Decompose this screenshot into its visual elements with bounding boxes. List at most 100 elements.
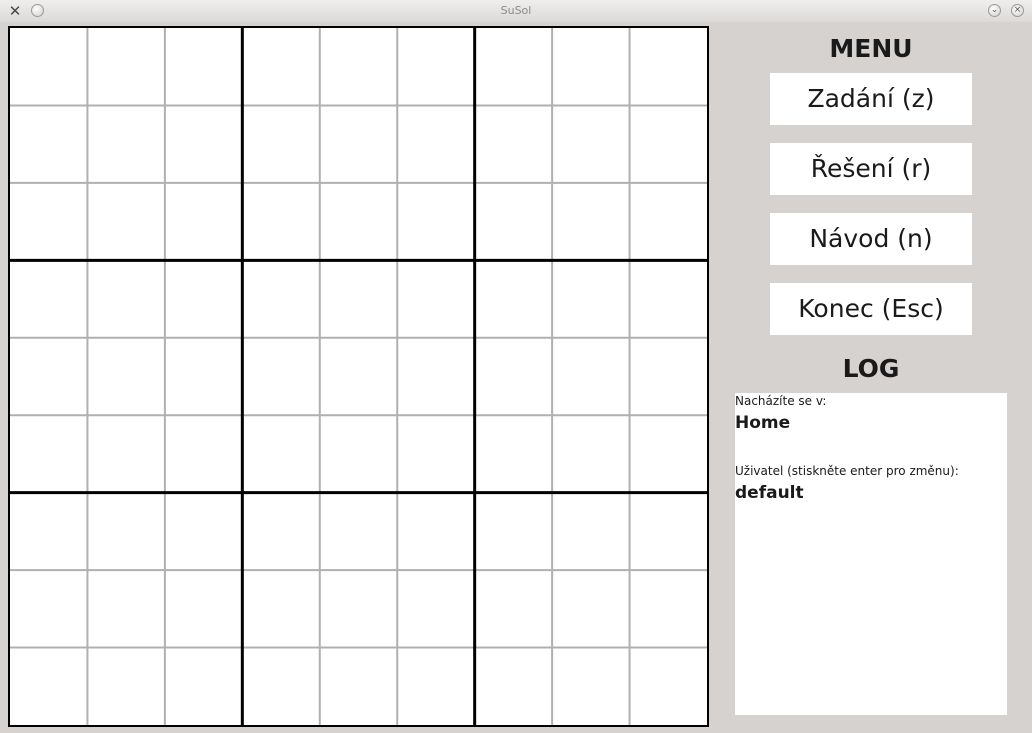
window-titlebar[interactable]: ✕ SuSol ⌄ × [0, 0, 1032, 23]
user-value: default [735, 483, 804, 503]
location-value: Home [735, 413, 791, 433]
user-label: Uživatel (stiskněte enter pro změnu): [735, 464, 959, 478]
sudoku-cell[interactable] [87, 182, 165, 261]
sudoku-cell[interactable] [552, 492, 630, 571]
sudoku-cell[interactable] [397, 105, 475, 183]
sudoku-cell[interactable] [164, 105, 243, 183]
reseni-button[interactable]: Řešení (r) [770, 143, 972, 195]
sudoku-cell[interactable] [552, 105, 630, 183]
sudoku-cell[interactable] [10, 492, 88, 571]
sudoku-cell[interactable] [552, 570, 630, 648]
sudoku-cell[interactable] [397, 415, 475, 493]
sudoku-cell[interactable] [87, 337, 165, 416]
konec-button[interactable]: Konec (Esc) [770, 283, 972, 335]
shade-button[interactable]: ⌄ [988, 4, 1001, 17]
sudoku-cell[interactable] [242, 570, 320, 648]
sudoku-cell[interactable] [87, 105, 165, 183]
sudoku-cell[interactable] [242, 28, 320, 106]
sudoku-cell[interactable] [10, 28, 88, 106]
sudoku-cell[interactable] [319, 570, 398, 648]
chevron-down-icon: ⌄ [990, 5, 999, 15]
sudoku-cell[interactable] [397, 570, 475, 648]
sudoku-cell[interactable] [164, 415, 243, 493]
sudoku-cell[interactable] [87, 28, 165, 106]
sudoku-cell[interactable] [552, 260, 630, 338]
log-heading: LOG [842, 354, 900, 383]
sudoku-cell[interactable] [164, 492, 243, 571]
sudoku-cell[interactable] [552, 182, 630, 261]
sudoku-cell[interactable] [629, 28, 707, 106]
sudoku-cell[interactable] [397, 182, 475, 261]
navod-button[interactable]: Návod (n) [770, 213, 972, 265]
sudoku-cell[interactable] [242, 260, 320, 338]
sudoku-cell[interactable] [474, 28, 553, 106]
sudoku-cell[interactable] [164, 570, 243, 648]
sudoku-cell[interactable] [10, 182, 88, 261]
sudoku-cell[interactable] [87, 260, 165, 338]
sudoku-cell[interactable] [10, 337, 88, 416]
sudoku-cell[interactable] [629, 415, 707, 493]
zadani-button[interactable]: Zadání (z) [770, 73, 972, 125]
sudoku-cell[interactable] [164, 260, 243, 338]
sudoku-board[interactable] [8, 26, 709, 727]
sudoku-grid[interactable] [10, 28, 707, 725]
sudoku-cell[interactable] [10, 260, 88, 338]
sudoku-cell[interactable] [629, 570, 707, 648]
sudoku-cell[interactable] [474, 570, 553, 648]
log-panel: Nacházíte se v: Home Uživatel (stiskněte… [735, 393, 1007, 715]
sudoku-cell[interactable] [10, 647, 88, 725]
sudoku-cell[interactable] [629, 260, 707, 338]
sudoku-cell[interactable] [242, 182, 320, 261]
sudoku-cell[interactable] [319, 415, 398, 493]
sudoku-cell[interactable] [242, 415, 320, 493]
sudoku-cell[interactable] [10, 415, 88, 493]
sudoku-cell[interactable] [552, 415, 630, 493]
sudoku-cell[interactable] [629, 105, 707, 183]
sudoku-cell[interactable] [552, 337, 630, 416]
window-title: SuSol [500, 4, 532, 17]
sudoku-cell[interactable] [474, 415, 553, 493]
sudoku-cell[interactable] [319, 647, 398, 725]
close-button[interactable]: × [1011, 4, 1024, 17]
sudoku-cell[interactable] [319, 182, 398, 261]
sudoku-cell[interactable] [319, 28, 398, 106]
sudoku-cell[interactable] [87, 647, 165, 725]
sudoku-cell[interactable] [10, 105, 88, 183]
sudoku-cell[interactable] [87, 570, 165, 648]
sudoku-cell[interactable] [397, 492, 475, 571]
sudoku-cell[interactable] [242, 492, 320, 571]
sudoku-cell[interactable] [87, 492, 165, 571]
sudoku-cell[interactable] [242, 647, 320, 725]
sudoku-cell[interactable] [164, 28, 243, 106]
sudoku-cell[interactable] [87, 415, 165, 493]
sudoku-cell[interactable] [474, 337, 553, 416]
sudoku-cell[interactable] [319, 337, 398, 416]
sudoku-cell[interactable] [397, 337, 475, 416]
sudoku-cell[interactable] [319, 260, 398, 338]
sudoku-cell[interactable] [629, 337, 707, 416]
sudoku-cell[interactable] [474, 492, 553, 571]
close-icon: × [1013, 5, 1022, 15]
location-label: Nacházíte se v: [735, 394, 827, 408]
sudoku-cell[interactable] [164, 647, 243, 725]
sudoku-cell[interactable] [474, 105, 553, 183]
sudoku-cell[interactable] [164, 182, 243, 261]
sudoku-cell[interactable] [552, 28, 630, 106]
menu-heading: MENU [829, 34, 913, 63]
sudoku-cell[interactable] [242, 337, 320, 416]
sudoku-cell[interactable] [474, 182, 553, 261]
sudoku-cell[interactable] [474, 260, 553, 338]
sudoku-cell[interactable] [164, 337, 243, 416]
sudoku-cell[interactable] [319, 105, 398, 183]
sudoku-cell[interactable] [397, 647, 475, 725]
sudoku-cell[interactable] [397, 28, 475, 106]
sudoku-cell[interactable] [629, 492, 707, 571]
sudoku-cell[interactable] [319, 492, 398, 571]
sudoku-cell[interactable] [10, 570, 88, 648]
sudoku-cell[interactable] [397, 260, 475, 338]
sudoku-cell[interactable] [474, 647, 553, 725]
sudoku-cell[interactable] [629, 182, 707, 261]
sudoku-cell[interactable] [629, 647, 707, 725]
sudoku-cell[interactable] [552, 647, 630, 725]
sudoku-cell[interactable] [242, 105, 320, 183]
